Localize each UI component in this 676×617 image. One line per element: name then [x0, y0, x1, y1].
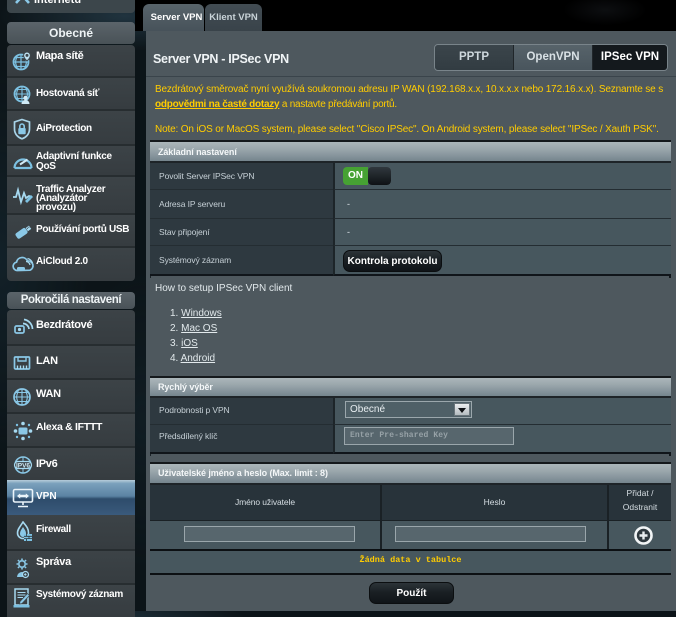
svg-text:IPV6: IPV6 [16, 463, 30, 470]
